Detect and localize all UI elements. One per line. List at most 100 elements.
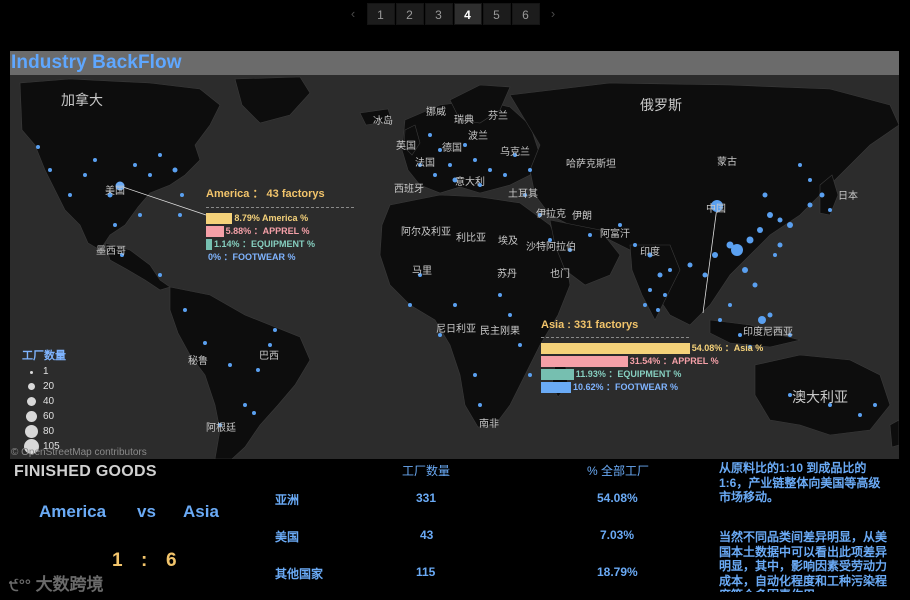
factory-dot[interactable] — [728, 303, 732, 307]
factory-dot[interactable] — [203, 341, 207, 345]
factory-dot[interactable] — [643, 303, 647, 307]
factory-dot[interactable] — [113, 223, 117, 227]
factory-dot[interactable] — [731, 244, 743, 256]
page-button-4[interactable]: 4 — [453, 3, 482, 25]
factory-dot[interactable] — [528, 168, 532, 172]
factory-dot[interactable] — [668, 268, 672, 272]
page-button-3[interactable]: 3 — [424, 3, 453, 25]
factory-dot[interactable] — [767, 212, 773, 218]
factory-dot[interactable] — [702, 272, 708, 278]
map-label-algeria: 阿尔及利亚 — [401, 227, 451, 238]
factory-dot[interactable] — [873, 403, 877, 407]
map-label-sweden: 瑞典 — [454, 115, 474, 126]
factory-dot[interactable] — [180, 193, 184, 197]
factory-dot[interactable] — [687, 262, 693, 268]
factory-dot[interactable] — [773, 253, 777, 257]
factory-dot[interactable] — [588, 233, 592, 237]
factory-dot[interactable] — [433, 173, 437, 177]
page-button-1[interactable]: 1 — [366, 3, 395, 25]
callout-bar-row: 8.79% America % — [206, 213, 354, 225]
brand-logo-text: 大数跨境 — [35, 575, 104, 594]
factory-dot[interactable] — [252, 411, 256, 415]
factory-dot[interactable] — [243, 403, 247, 407]
factory-dot[interactable] — [746, 236, 754, 244]
factory-dot[interactable] — [473, 158, 477, 162]
callout-bar — [541, 343, 690, 354]
factory-dot[interactable] — [138, 213, 142, 217]
callout-bar — [541, 369, 574, 380]
factory-dot[interactable] — [777, 217, 783, 223]
factory-dot[interactable] — [93, 158, 97, 162]
map-label-spain: 西班牙 — [394, 184, 424, 195]
factory-dot[interactable] — [83, 173, 87, 177]
legend-value: 20 — [43, 381, 55, 392]
callout-bar-label: 11.93% ：EQUIPMENT % — [575, 369, 682, 379]
factory-dot[interactable] — [657, 272, 663, 278]
factory-dot[interactable] — [408, 303, 412, 307]
factory-dot[interactable] — [819, 192, 825, 198]
factory-dot[interactable] — [428, 133, 432, 137]
factory-dot[interactable] — [787, 222, 793, 228]
callout-bar-label: 54.08% ：Asia % — [691, 343, 764, 353]
factory-dot[interactable] — [656, 308, 660, 312]
factory-dot[interactable] — [48, 168, 52, 172]
factory-dot[interactable] — [463, 143, 467, 147]
asia-callout-divider — [541, 337, 689, 338]
factory-dot[interactable] — [228, 363, 232, 367]
factory-dot[interactable] — [158, 153, 162, 157]
callout-bar-label: 31.54% ：APPREL % — [629, 356, 719, 366]
factory-dot[interactable] — [767, 312, 773, 318]
factory-dot[interactable] — [133, 163, 137, 167]
south-america-landmass — [169, 286, 311, 459]
factory-dot[interactable] — [183, 308, 187, 312]
factory-dot[interactable] — [807, 202, 813, 208]
factory-dot[interactable] — [808, 178, 812, 182]
factory-dot[interactable] — [178, 213, 182, 217]
factory-dot[interactable] — [478, 403, 482, 407]
factory-dot[interactable] — [798, 163, 802, 167]
factory-dot[interactable] — [633, 243, 637, 247]
factory-dot[interactable] — [498, 293, 502, 297]
factory-dot[interactable] — [448, 163, 452, 167]
factory-dot[interactable] — [503, 173, 507, 177]
factory-dot[interactable] — [762, 192, 768, 198]
callout-bar — [541, 356, 628, 367]
page-button-2[interactable]: 2 — [395, 3, 424, 25]
factory-dot[interactable] — [256, 368, 260, 372]
factory-dot[interactable] — [528, 373, 532, 377]
factory-dot[interactable] — [68, 193, 72, 197]
factory-dot[interactable] — [488, 168, 492, 172]
factory-dot[interactable] — [172, 167, 178, 173]
map-attribution[interactable]: © OpenStreetMap contributors — [11, 447, 147, 458]
factory-dot[interactable] — [828, 208, 832, 212]
factory-dot[interactable] — [718, 318, 722, 322]
factory-dot[interactable] — [148, 173, 152, 177]
map-label-egypt: 埃及 — [498, 236, 518, 247]
factory-dot[interactable] — [36, 145, 40, 149]
page-button-6[interactable]: 6 — [511, 3, 540, 25]
map-label-nigeria: 尼日利亚 — [436, 324, 476, 335]
factory-dot[interactable] — [648, 288, 652, 292]
factory-dot[interactable] — [273, 328, 277, 332]
factory-dot[interactable] — [757, 227, 763, 233]
map-label-kazakhstan: 哈萨克斯坦 — [566, 159, 616, 170]
factory-dot[interactable] — [752, 282, 758, 288]
legend-dot — [26, 411, 37, 422]
world-map[interactable]: 加拿大 美国 墨西哥 秘鲁 巴西 阿根廷 冰岛 挪威 瑞典 芬兰 英国 波兰 乌… — [10, 75, 899, 459]
factory-dot[interactable] — [518, 343, 522, 347]
factory-dot[interactable] — [777, 242, 783, 248]
prev-page-icon[interactable]: ‹ — [340, 2, 366, 26]
factory-dot[interactable] — [738, 333, 742, 337]
factory-dot[interactable] — [453, 303, 457, 307]
factory-dot[interactable] — [473, 373, 477, 377]
callout-bar-row: 0% ：FOOTWEAR % — [206, 252, 354, 264]
factory-dot[interactable] — [712, 252, 718, 258]
page-button-5[interactable]: 5 — [482, 3, 511, 25]
callout-bar — [206, 213, 233, 224]
factory-dot[interactable] — [858, 413, 862, 417]
factory-dot[interactable] — [158, 273, 162, 277]
factory-dot[interactable] — [663, 293, 667, 297]
factory-dot[interactable] — [742, 267, 748, 273]
factory-dot[interactable] — [508, 313, 512, 317]
next-page-icon[interactable]: › — [540, 2, 566, 26]
